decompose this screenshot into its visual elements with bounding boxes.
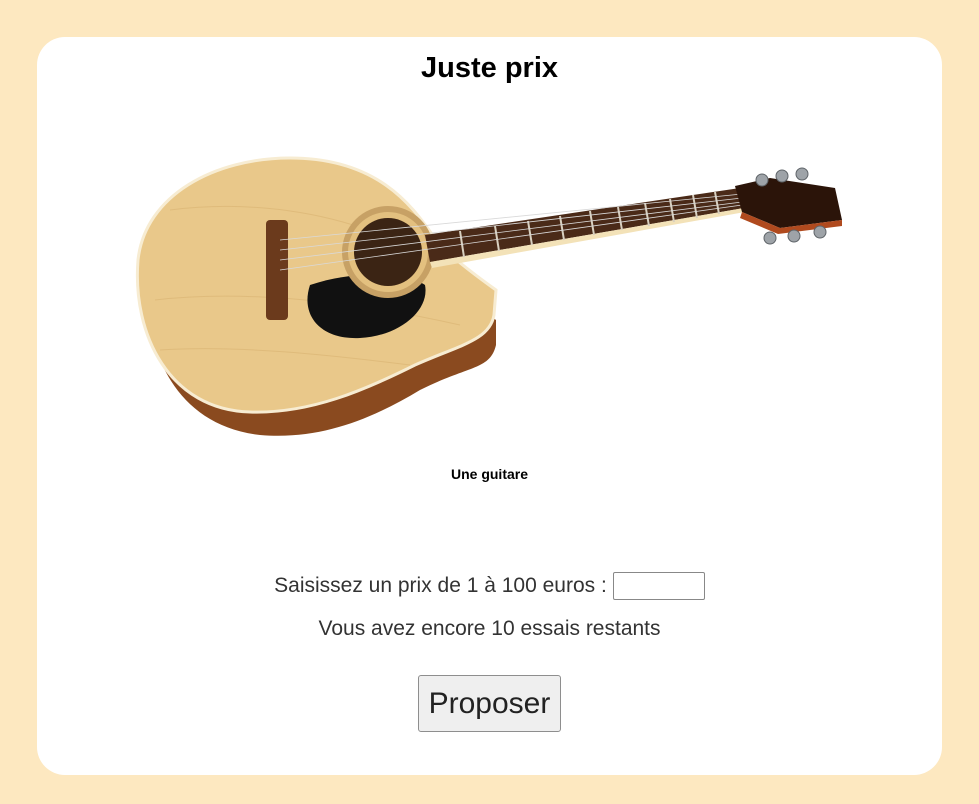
page-title: Juste prix bbox=[421, 52, 558, 84]
price-row: Saisissez un prix de 1 à 100 euros : bbox=[0, 572, 979, 600]
product-caption: Une guitare bbox=[450, 466, 528, 482]
attempts-remaining-text: Vous avez encore 10 essais restants bbox=[318, 617, 661, 640]
propose-button[interactable]: Proposer bbox=[418, 675, 561, 732]
price-prompt-label: Saisissez un prix de 1 à 100 euros : bbox=[274, 574, 607, 597]
guitar-image bbox=[135, 156, 842, 436]
price-input[interactable] bbox=[612, 572, 705, 600]
